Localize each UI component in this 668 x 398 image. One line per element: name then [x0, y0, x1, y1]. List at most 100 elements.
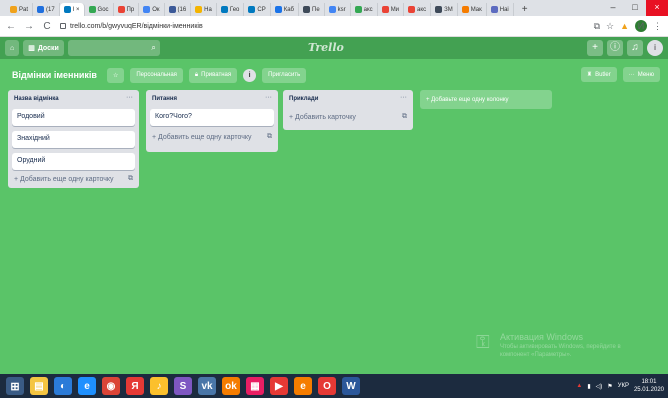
- minimize-button[interactable]: –: [602, 0, 624, 16]
- browser-tab[interactable]: акс: [404, 3, 432, 16]
- browser-tab[interactable]: Пе: [299, 3, 325, 16]
- browser-tab[interactable]: Пр: [114, 3, 140, 16]
- board-title[interactable]: Відмінки іменників: [8, 70, 101, 80]
- card[interactable]: Родовий: [12, 109, 135, 126]
- maximize-button[interactable]: □: [624, 0, 646, 16]
- taskbar-skype-icon[interactable]: S: [174, 377, 192, 395]
- browser-tab[interactable]: I ×: [59, 3, 85, 16]
- taskbar-browser-a-icon[interactable]: ◐: [54, 377, 72, 395]
- taskbar-word-icon[interactable]: W: [342, 377, 360, 395]
- taskbar-ie-icon[interactable]: e: [294, 377, 312, 395]
- list-menu-icon[interactable]: ···: [400, 94, 407, 101]
- invite-button[interactable]: Пригласить: [262, 67, 307, 83]
- card-template-icon[interactable]: ⧉: [128, 175, 133, 183]
- taskbar-youtube-icon[interactable]: ▶: [270, 377, 288, 395]
- taskbar-photos-icon[interactable]: ♪: [150, 377, 168, 395]
- translate-icon[interactable]: ⧉: [594, 21, 600, 32]
- browser-tab[interactable]: ksr: [325, 3, 351, 16]
- browser-tab[interactable]: Гео: [217, 3, 245, 16]
- tray-icons[interactable]: ▲: [576, 383, 582, 389]
- boards-button[interactable]: ▥ Доски: [23, 40, 64, 56]
- browser-tab[interactable]: Pat: [6, 3, 34, 16]
- network-icon[interactable]: ▮: [587, 383, 590, 390]
- home-button[interactable]: ⌂: [5, 40, 20, 56]
- private-label: Приватная: [201, 72, 232, 78]
- list-menu-icon[interactable]: ···: [126, 94, 133, 101]
- team-visibility-button[interactable]: Персональная: [130, 67, 183, 83]
- flag-icon[interactable]: ⚑: [607, 383, 612, 390]
- extension-icon[interactable]: ▲: [620, 21, 629, 31]
- more-menu-icon[interactable]: ⋮: [653, 21, 662, 32]
- new-tab-button[interactable]: +: [514, 3, 536, 16]
- close-window-button[interactable]: ×: [646, 0, 668, 16]
- taskbar-edge-icon[interactable]: e: [78, 377, 96, 395]
- browser-tab[interactable]: Ок: [139, 3, 165, 16]
- taskbar-vk-icon[interactable]: vk: [198, 377, 216, 395]
- browser-tab[interactable]: Каб: [271, 3, 299, 16]
- list-title[interactable]: Назва відмінка: [14, 96, 59, 102]
- tab-label: ksr: [337, 6, 346, 13]
- add-card-button[interactable]: + Добавить карточку ⧉: [289, 111, 407, 123]
- taskbar-store-icon[interactable]: ▦: [246, 377, 264, 395]
- browser-tab[interactable]: Наі: [487, 3, 514, 16]
- invite-label: Пригласить: [268, 72, 301, 78]
- card[interactable]: Знахідний: [12, 131, 135, 148]
- taskbar-opera-icon[interactable]: O: [318, 377, 336, 395]
- tab-label: Наі: [499, 6, 509, 13]
- start-button[interactable]: ⊞: [6, 377, 24, 395]
- card[interactable]: Орудний: [12, 153, 135, 170]
- star-icon[interactable]: ☆: [606, 21, 614, 32]
- reload-icon[interactable]: C: [42, 21, 52, 32]
- browser-tab[interactable]: Goc: [85, 3, 114, 16]
- tab-favicon-icon: [195, 6, 203, 13]
- add-card-button[interactable]: + Добавить еще одну карточку ⧉: [14, 173, 133, 185]
- info-icon[interactable]: ⓘ: [607, 40, 623, 56]
- privacy-button[interactable]: 🔒︎ Приватная: [188, 67, 238, 83]
- card[interactable]: Кого?Чого?: [150, 109, 274, 126]
- list-title[interactable]: Приклади: [289, 96, 318, 102]
- list-menu-icon[interactable]: ···: [265, 94, 272, 101]
- tab-favicon-icon: [274, 6, 282, 13]
- create-icon[interactable]: +: [587, 40, 603, 56]
- browser-tab[interactable]: Ha: [191, 3, 217, 16]
- taskbar-chrome-icon[interactable]: ◉: [102, 377, 120, 395]
- member-avatar[interactable]: i: [243, 68, 257, 82]
- tab-label: акс: [417, 6, 427, 13]
- browser-tab[interactable]: (17: [33, 3, 60, 16]
- add-list-button[interactable]: + Добавьте еще одну колонку: [420, 90, 552, 109]
- butler-button[interactable]: ♜ Butler: [580, 67, 617, 82]
- browser-tab[interactable]: СР: [244, 3, 271, 16]
- board-header: Відмінки іменників ☆ Персональная 🔒︎ При…: [8, 66, 660, 84]
- forward-icon[interactable]: →: [24, 21, 34, 32]
- show-menu-button[interactable]: ··· Меню: [622, 67, 660, 82]
- tab-favicon-icon: [461, 6, 469, 13]
- address-bar: ← → C trello.com/b/gwyvuqER/відмінки-іме…: [0, 16, 668, 37]
- browser-tab[interactable]: Мак: [458, 3, 487, 16]
- clock[interactable]: 18:01 25.01.2020: [634, 378, 664, 394]
- user-avatar[interactable]: i: [647, 40, 663, 56]
- search-input[interactable]: ⌕: [67, 40, 160, 56]
- tab-label: Гео: [229, 6, 240, 13]
- taskbar-yandex-icon[interactable]: Я: [126, 377, 144, 395]
- profile-avatar[interactable]: И: [635, 20, 647, 32]
- star-board-button[interactable]: ☆: [106, 67, 125, 83]
- card-template-icon[interactable]: ⧉: [267, 133, 272, 141]
- browser-tab[interactable]: ЗМ: [431, 3, 458, 16]
- trello-logo[interactable]: Trello: [308, 41, 344, 54]
- browser-tab[interactable]: (16: [165, 3, 192, 16]
- browser-tab[interactable]: Ми: [378, 3, 405, 16]
- browser-tab[interactable]: акс: [351, 3, 378, 16]
- language-indicator[interactable]: УКР: [618, 383, 629, 389]
- list-title[interactable]: Питання: [152, 96, 177, 102]
- card-template-icon[interactable]: ⧉: [402, 113, 407, 121]
- add-card-button[interactable]: + Добавить еще одну карточку ⧉: [152, 131, 272, 143]
- back-icon[interactable]: ←: [6, 21, 16, 32]
- taskbar-ok-icon[interactable]: ok: [222, 377, 240, 395]
- volume-icon[interactable]: ◁): [596, 383, 603, 390]
- taskbar-file-explorer-icon[interactable]: ▤: [30, 377, 48, 395]
- notifications-icon[interactable]: ♫: [627, 40, 643, 56]
- list-pytannia: Питання ··· Кого?Чого? + Добавить еще од…: [146, 90, 278, 152]
- boards-icon: ▥: [28, 45, 35, 52]
- url-field[interactable]: trello.com/b/gwyvuqER/відмінки-іменників: [60, 19, 586, 34]
- search-icon: ⌕: [151, 43, 156, 52]
